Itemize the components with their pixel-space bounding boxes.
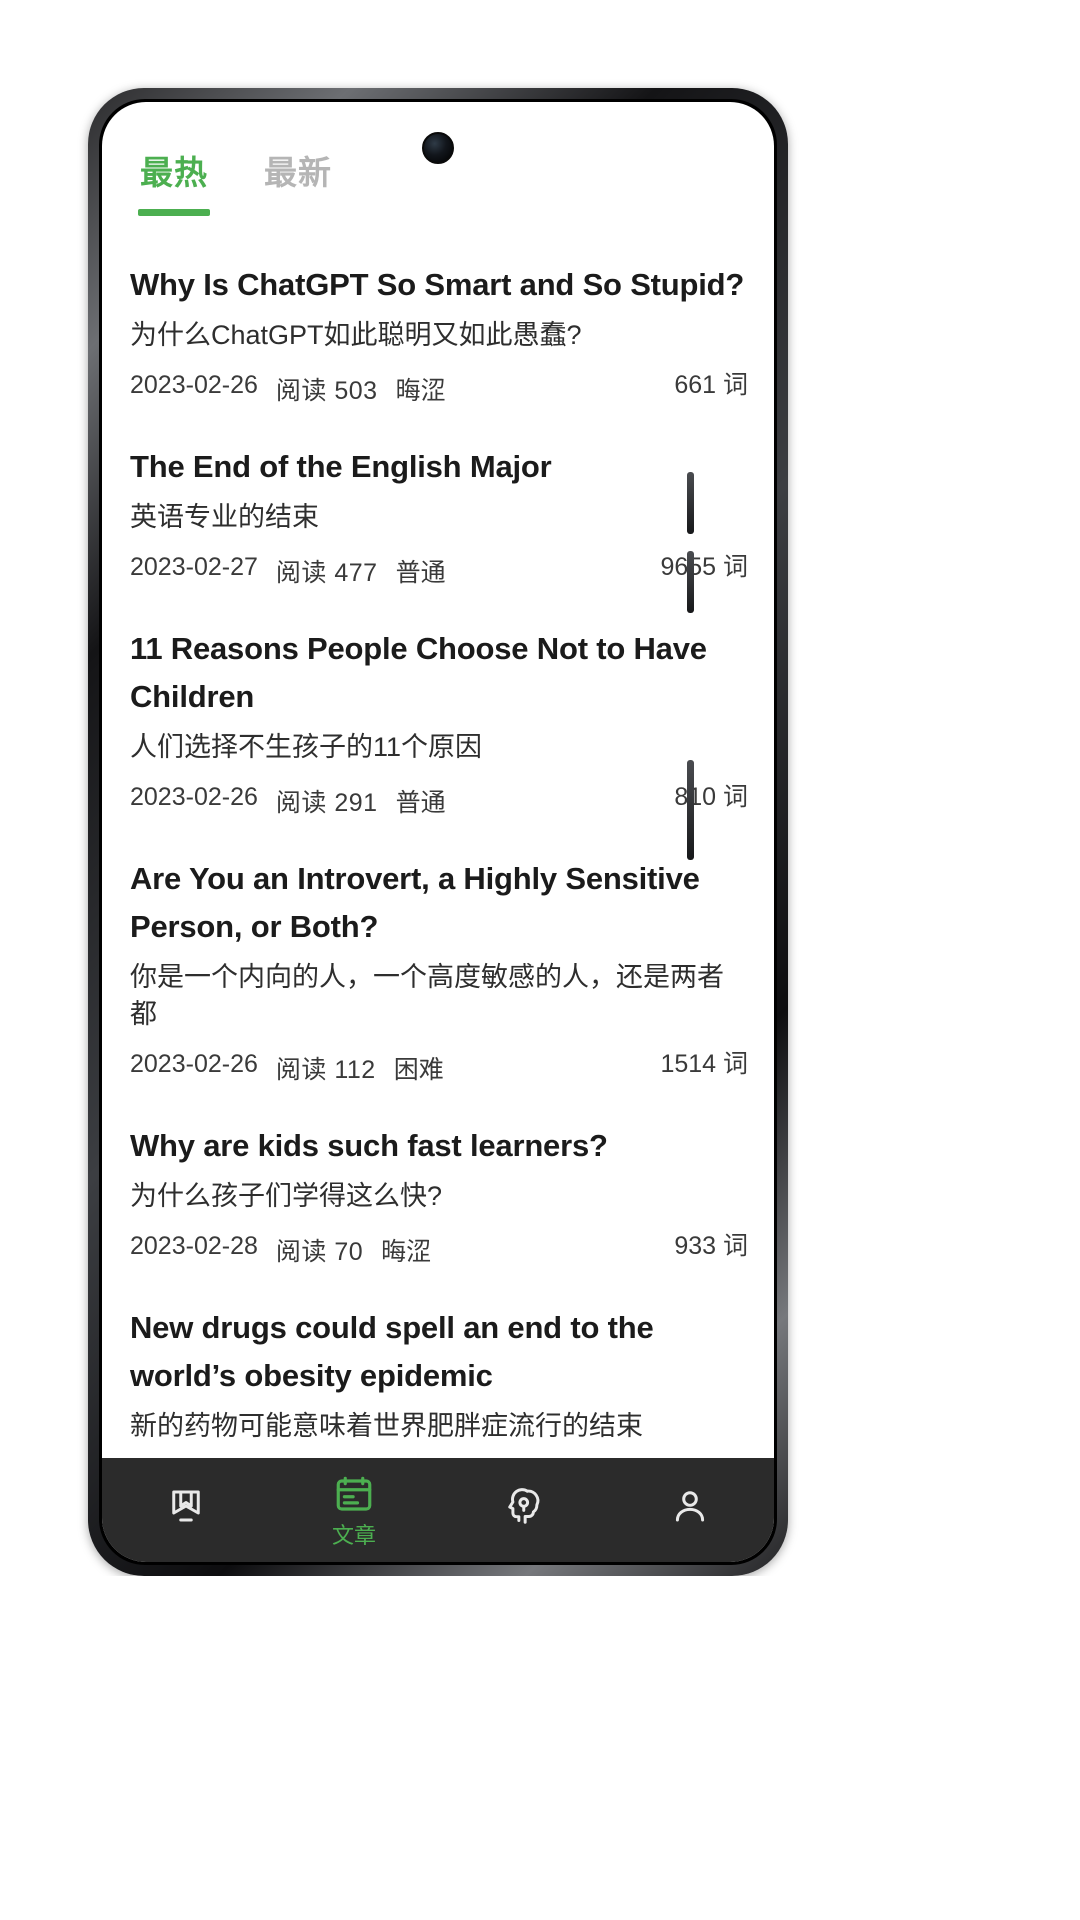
nav-label-articles: 文章 — [331, 1522, 376, 1548]
article-reads: 阅读 477 — [275, 558, 378, 587]
person-icon — [669, 1485, 711, 1532]
article-meta: 2023-02-27 阅读 477 普通 9655 词 — [130, 547, 748, 589]
article-subtitle: 为什么孩子们学得这么快? — [130, 1181, 443, 1212]
article-reads: 阅读 112 — [275, 1056, 376, 1085]
front-camera-icon — [422, 132, 454, 164]
article-reads: 阅读 70 — [275, 1238, 364, 1267]
nav-item-articles[interactable]: 文章 — [270, 1474, 438, 1547]
article-subtitle: 英语专业的结束 — [130, 501, 319, 532]
phone-bezel: 最热 最新 Why Is ChatGPT So Smart and So Stu… — [99, 99, 777, 1565]
article-meta-left: 2023-02-28 阅读 70 晦涩 — [130, 1232, 431, 1268]
article-date: 2023-02-26 — [130, 370, 258, 399]
article-title: Why are kids such fast learners? — [130, 1128, 608, 1164]
nav-item-bookmarks[interactable] — [102, 1485, 270, 1536]
article-date: 2023-02-27 — [130, 552, 258, 581]
list-item[interactable]: New drugs could spell an end to the worl… — [130, 1272, 748, 1476]
tab-newest-label: 最新 — [264, 154, 332, 191]
article-difficulty: 普通 — [395, 558, 446, 587]
tab-active-indicator — [138, 209, 210, 216]
nav-item-profile[interactable] — [606, 1485, 774, 1536]
article-reads: 阅读 291 — [275, 788, 378, 817]
tab-hottest[interactable]: 最热 — [130, 142, 218, 216]
tab-hottest-label: 最热 — [140, 154, 208, 191]
volume-down-button[interactable] — [687, 551, 694, 613]
article-meta-left: 2023-02-27 阅读 477 普通 — [130, 553, 446, 589]
article-card-icon — [333, 1474, 375, 1521]
article-reads: 阅读 503 — [275, 376, 378, 405]
article-date: 2023-02-26 — [130, 782, 258, 811]
article-wordcount: 661 词 — [674, 370, 748, 399]
article-title: Why Is ChatGPT So Smart and So Stupid? — [130, 267, 745, 302]
article-meta: 2023-02-28 阅读 70 晦涩 933 词 — [130, 1226, 748, 1268]
article-date: 2023-02-26 — [130, 1050, 258, 1079]
article-wordcount: 933 词 — [674, 1232, 748, 1261]
brain-head-icon — [501, 1485, 543, 1532]
article-wordcount: 9655 词 — [660, 552, 748, 581]
article-title: New drugs could spell an end to the worl… — [130, 1310, 654, 1394]
article-wordcount: 810 词 — [674, 782, 748, 811]
article-meta: 2023-02-26 阅读 503 晦涩 661 词 — [130, 365, 748, 407]
article-difficulty: 普通 — [395, 788, 446, 817]
article-difficulty: 晦涩 — [381, 1238, 432, 1267]
article-meta-left: 2023-02-26 阅读 291 普通 — [130, 783, 446, 819]
article-difficulty: 晦涩 — [395, 376, 446, 405]
article-meta: 2023-02-26 阅读 112 困难 1514 词 — [130, 1044, 748, 1086]
article-title: 11 Reasons People Choose Not to Have Chi… — [130, 630, 707, 714]
article-title: Are You an Introvert, a Highly Sensitive… — [130, 860, 700, 944]
bottom-navigation-bar: 文章 — [102, 1458, 774, 1562]
list-item[interactable]: Are You an Introvert, a Highly Sensitive… — [130, 823, 748, 1091]
phone-screen: 最热 最新 Why Is ChatGPT So Smart and So Stu… — [102, 102, 774, 1562]
article-subtitle: 你是一个内向的人，一个高度敏感的人，还是两者都 — [130, 961, 724, 1030]
article-meta-left: 2023-02-26 阅读 112 困难 — [130, 1050, 444, 1086]
bookmark-ribbon-icon — [165, 1485, 207, 1532]
list-item[interactable]: Why are kids such fast learners? 为什么孩子们学… — [130, 1090, 748, 1272]
screenshot-root: 最热 最新 Why Is ChatGPT So Smart and So Stu… — [0, 0, 1080, 1920]
tab-newest[interactable]: 最新 — [254, 142, 342, 194]
article-title: The End of the English Major — [130, 448, 552, 484]
article-subtitle: 新的药物可能意味着世界肥胖症流行的结束 — [130, 1411, 643, 1442]
nav-item-review[interactable] — [438, 1485, 606, 1536]
article-meta: 2023-02-26 阅读 291 普通 810 词 — [130, 777, 748, 819]
power-button[interactable] — [687, 760, 694, 860]
article-subtitle: 为什么ChatGPT如此聪明又如此愚蠢? — [130, 320, 582, 351]
article-difficulty: 困难 — [393, 1056, 444, 1085]
article-list[interactable]: Why Is ChatGPT So Smart and So Stupid? 为… — [102, 237, 774, 1476]
phone-device-frame: 最热 最新 Why Is ChatGPT So Smart and So Stu… — [88, 88, 788, 1576]
list-item[interactable]: The End of the English Major 英语专业的结束 202… — [130, 411, 748, 593]
article-meta-left: 2023-02-26 阅读 503 晦涩 — [130, 371, 446, 407]
volume-up-button[interactable] — [687, 472, 694, 534]
article-date: 2023-02-28 — [130, 1232, 258, 1261]
list-item[interactable]: Why Is ChatGPT So Smart and So Stupid? 为… — [130, 237, 748, 411]
page-bottom-spacer — [0, 1576, 1080, 1920]
article-subtitle: 人们选择不生孩子的11个原因 — [130, 731, 483, 762]
article-wordcount: 1514 词 — [660, 1050, 748, 1079]
list-item[interactable]: 11 Reasons People Choose Not to Have Chi… — [130, 593, 748, 823]
